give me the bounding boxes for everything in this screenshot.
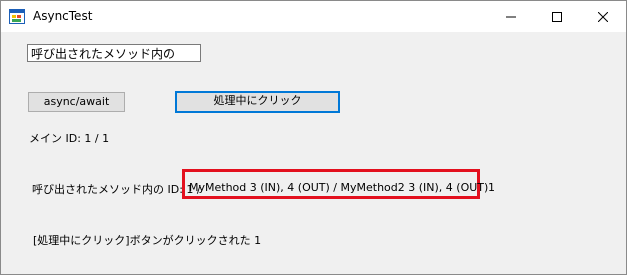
process-click-button[interactable]: 処理中にクリック — [175, 91, 340, 113]
async-await-button[interactable]: async/await — [28, 92, 125, 112]
called-method-detail-label: MyMethod 3 (IN), 4 (OUT) / MyMethod2 3 (… — [189, 181, 489, 194]
form-client-area: 呼び出されたメソッド内の async/await 処理中にクリック メイン ID… — [1, 32, 626, 274]
main-id-label: メイン ID: 1 / 1 — [29, 132, 110, 145]
called-method-count-label: 1 — [488, 181, 495, 194]
close-button[interactable] — [580, 1, 626, 32]
app-window: AsyncTest 呼び出されたメソッド内の async/await 処理中にク… — [0, 0, 627, 275]
maximize-button[interactable] — [534, 1, 580, 32]
maximize-icon — [552, 11, 562, 22]
minimize-icon — [506, 12, 516, 22]
called-method-id-label: 呼び出されたメソッド内の ID: 1 / — [32, 183, 201, 196]
title-bar[interactable]: AsyncTest — [1, 1, 626, 32]
close-icon — [598, 11, 608, 22]
button-clicked-label: [処理中にクリック]ボタンがクリックされた 1 — [33, 234, 262, 247]
app-icon — [9, 9, 25, 24]
method-textbox[interactable]: 呼び出されたメソッド内の — [27, 44, 201, 62]
minimize-button[interactable] — [488, 1, 534, 32]
window-title: AsyncTest — [33, 9, 93, 23]
